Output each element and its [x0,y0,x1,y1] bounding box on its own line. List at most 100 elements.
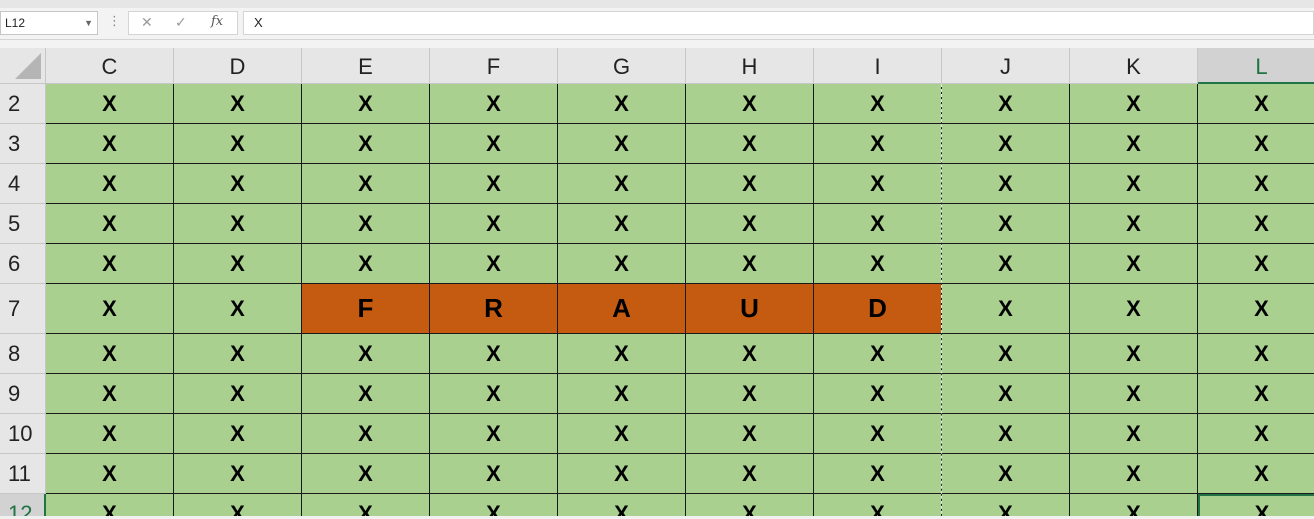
cell-e7[interactable]: F [302,284,430,334]
cell-i10[interactable]: X [814,414,942,454]
cell-g9[interactable]: X [558,374,686,414]
column-header-f[interactable]: F [430,48,558,84]
cell-i8[interactable]: X [814,334,942,374]
cell-d8[interactable]: X [174,334,302,374]
cell-h6[interactable]: X [686,244,814,284]
cell-i6[interactable]: X [814,244,942,284]
cell-f11[interactable]: X [430,454,558,494]
cell-c10[interactable]: X [46,414,174,454]
select-all-button[interactable] [0,48,46,84]
row-header-9[interactable]: 9 [0,374,46,414]
cell-l2[interactable]: X [1198,84,1314,124]
row-header-4[interactable]: 4 [0,164,46,204]
cell-c11[interactable]: X [46,454,174,494]
cell-j6[interactable]: X [942,244,1070,284]
cell-g3[interactable]: X [558,124,686,164]
cell-i5[interactable]: X [814,204,942,244]
cell-j9[interactable]: X [942,374,1070,414]
formula-input[interactable]: X [243,11,1314,35]
cell-j3[interactable]: X [942,124,1070,164]
column-header-h[interactable]: H [686,48,814,84]
cell-c2[interactable]: X [46,84,174,124]
cell-d6[interactable]: X [174,244,302,284]
column-header-i[interactable]: I [814,48,942,84]
cell-f9[interactable]: X [430,374,558,414]
cell-g7[interactable]: A [558,284,686,334]
name-box[interactable]: L12 ▼ [0,11,98,35]
cell-f4[interactable]: X [430,164,558,204]
cell-k8[interactable]: X [1070,334,1198,374]
enter-icon[interactable]: ✓ [175,14,187,31]
row-header-11[interactable]: 11 [0,454,46,494]
cell-k9[interactable]: X [1070,374,1198,414]
cell-k10[interactable]: X [1070,414,1198,454]
row-header-5[interactable]: 5 [0,204,46,244]
cell-e2[interactable]: X [302,84,430,124]
cell-i9[interactable]: X [814,374,942,414]
cell-d5[interactable]: X [174,204,302,244]
cell-l8[interactable]: X [1198,334,1314,374]
cell-h5[interactable]: X [686,204,814,244]
cell-h11[interactable]: X [686,454,814,494]
cell-i11[interactable]: X [814,454,942,494]
cell-k7[interactable]: X [1070,284,1198,334]
cell-d2[interactable]: X [174,84,302,124]
cell-f2[interactable]: X [430,84,558,124]
cell-j5[interactable]: X [942,204,1070,244]
cell-g2[interactable]: X [558,84,686,124]
cell-c7[interactable]: X [46,284,174,334]
cell-d4[interactable]: X [174,164,302,204]
cell-l10[interactable]: X [1198,414,1314,454]
cell-e5[interactable]: X [302,204,430,244]
cell-k2[interactable]: X [1070,84,1198,124]
cell-g8[interactable]: X [558,334,686,374]
more-options-icon[interactable]: ⋮ [108,13,121,29]
cell-e4[interactable]: X [302,164,430,204]
cell-c9[interactable]: X [46,374,174,414]
cell-h2[interactable]: X [686,84,814,124]
insert-function-icon[interactable]: fx [211,14,223,29]
cell-e10[interactable]: X [302,414,430,454]
cell-l6[interactable]: X [1198,244,1314,284]
cell-e11[interactable]: X [302,454,430,494]
cell-g10[interactable]: X [558,414,686,454]
chevron-down-icon[interactable]: ▼ [84,12,93,34]
cell-l9[interactable]: X [1198,374,1314,414]
row-header-6[interactable]: 6 [0,244,46,284]
cell-h8[interactable]: X [686,334,814,374]
cell-h10[interactable]: X [686,414,814,454]
column-header-j[interactable]: J [942,48,1070,84]
row-header-8[interactable]: 8 [0,334,46,374]
cell-c4[interactable]: X [46,164,174,204]
cell-l7[interactable]: X [1198,284,1314,334]
cell-h7[interactable]: U [686,284,814,334]
cell-l3[interactable]: X [1198,124,1314,164]
cell-d9[interactable]: X [174,374,302,414]
cell-l5[interactable]: X [1198,204,1314,244]
cell-k4[interactable]: X [1070,164,1198,204]
cell-h4[interactable]: X [686,164,814,204]
column-header-d[interactable]: D [174,48,302,84]
column-header-l[interactable]: L [1198,48,1314,84]
cell-d7[interactable]: X [174,284,302,334]
cell-f8[interactable]: X [430,334,558,374]
cell-g6[interactable]: X [558,244,686,284]
cell-k3[interactable]: X [1070,124,1198,164]
cell-f10[interactable]: X [430,414,558,454]
cell-j11[interactable]: X [942,454,1070,494]
cell-c3[interactable]: X [46,124,174,164]
row-header-7[interactable]: 7 [0,284,46,334]
cell-d10[interactable]: X [174,414,302,454]
cell-e6[interactable]: X [302,244,430,284]
column-header-e[interactable]: E [302,48,430,84]
column-header-k[interactable]: K [1070,48,1198,84]
cell-i2[interactable]: X [814,84,942,124]
cell-k6[interactable]: X [1070,244,1198,284]
cell-i4[interactable]: X [814,164,942,204]
cell-j2[interactable]: X [942,84,1070,124]
cell-l4[interactable]: X [1198,164,1314,204]
cell-g4[interactable]: X [558,164,686,204]
row-header-3[interactable]: 3 [0,124,46,164]
row-header-2[interactable]: 2 [0,84,46,124]
cell-k11[interactable]: X [1070,454,1198,494]
